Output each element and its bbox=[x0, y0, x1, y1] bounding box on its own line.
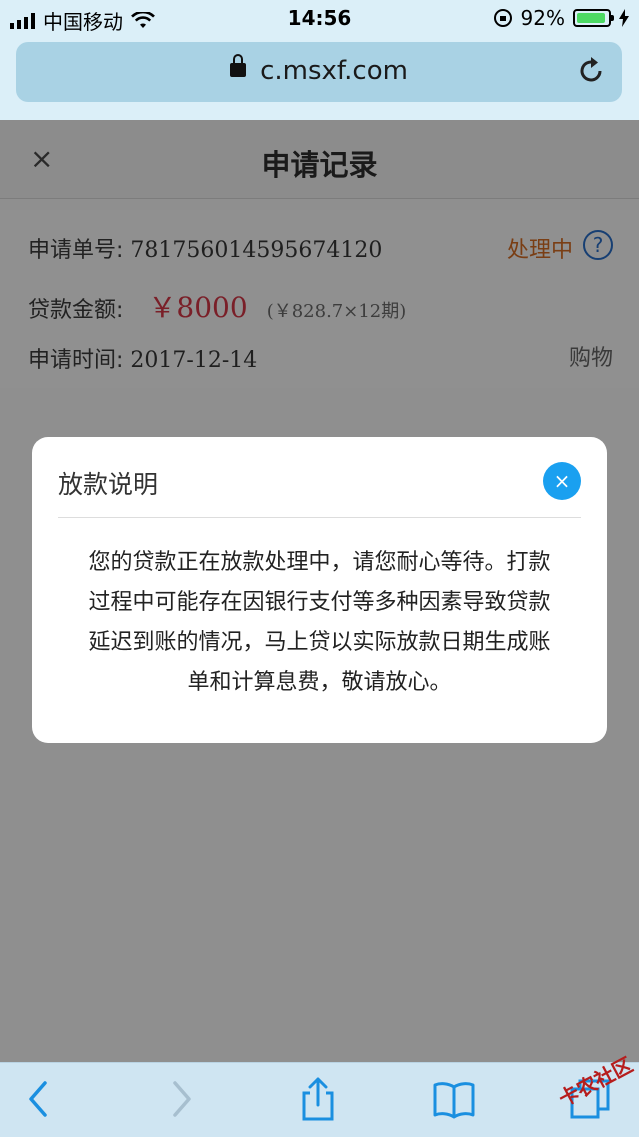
application-time-value: 2017-12-14 bbox=[130, 348, 258, 373]
loan-category: 购物 bbox=[568, 346, 613, 371]
forward-icon[interactable] bbox=[158, 1077, 202, 1121]
charging-bolt-icon bbox=[619, 9, 629, 27]
status-badge: 处理中 bbox=[506, 238, 573, 263]
lock-icon bbox=[230, 53, 247, 77]
loan-amount-value: ￥8000 bbox=[148, 291, 248, 324]
page-title: 申请记录 bbox=[261, 148, 378, 182]
address-bar[interactable]: c.msxf.com bbox=[16, 42, 622, 102]
help-icon[interactable]: ? bbox=[583, 230, 613, 260]
orientation-lock-icon bbox=[493, 9, 512, 27]
status-right-group: 92% bbox=[493, 6, 629, 30]
dialog-message-line: 单和计算息费，敬请放心。 bbox=[187, 670, 452, 695]
browser-toolbar bbox=[0, 1062, 639, 1137]
application-time-row: 申请时间: 2017-12-14 bbox=[28, 342, 257, 374]
url-text: c.msxf.com bbox=[260, 56, 408, 86]
battery-percent: 92% bbox=[520, 6, 565, 30]
loan-amount-row: 贷款金额: ￥8000 (￥828.7×12期) bbox=[28, 286, 406, 326]
application-number-value: 781756014595674120 bbox=[130, 238, 383, 263]
dialog-message: 您的贷款正在放款处理中，请您耐心等待。打款 过程中可能存在因银行支付等多种因素导… bbox=[66, 543, 573, 703]
browser-chrome: c.msxf.com bbox=[0, 36, 639, 120]
installment-detail: (￥828.7×12期) bbox=[266, 301, 407, 322]
dialog-close-button[interactable]: × bbox=[543, 462, 581, 500]
dialog-message-line: 过程中可能存在因银行支付等多种因素导致贷款 bbox=[88, 590, 551, 615]
reload-icon[interactable] bbox=[574, 54, 608, 88]
dialog-message-line: 延迟到账的情况，马上贷以实际放款日期生成账 bbox=[88, 630, 551, 655]
disbursement-info-dialog: 放款说明 × 您的贷款正在放款处理中，请您耐心等待。打款 过程中可能存在因银行支… bbox=[32, 437, 607, 743]
application-number-row: 申请单号: 781756014595674120 bbox=[28, 232, 382, 264]
status-bar: 中国移动 14:56 92% bbox=[0, 0, 639, 36]
share-icon[interactable] bbox=[296, 1077, 340, 1121]
dialog-divider bbox=[58, 517, 581, 518]
page-header: × 申请记录 bbox=[0, 120, 639, 199]
back-icon[interactable] bbox=[18, 1077, 62, 1121]
dialog-title: 放款说明 bbox=[58, 470, 159, 499]
url-display[interactable]: c.msxf.com bbox=[16, 53, 622, 86]
application-record-card[interactable]: 申请单号: 781756014595674120 处理中 ? 贷款金额: ￥80… bbox=[0, 210, 639, 388]
battery-icon bbox=[573, 9, 614, 27]
bookmarks-icon[interactable] bbox=[432, 1077, 476, 1121]
dialog-message-line: 您的贷款正在放款处理中，请您耐心等待。打款 bbox=[88, 550, 551, 575]
loan-amount-label: 贷款金额: bbox=[28, 298, 124, 323]
application-time-label: 申请时间: bbox=[28, 348, 124, 373]
application-number-label: 申请单号: bbox=[28, 238, 124, 263]
battery-fill bbox=[577, 13, 605, 23]
